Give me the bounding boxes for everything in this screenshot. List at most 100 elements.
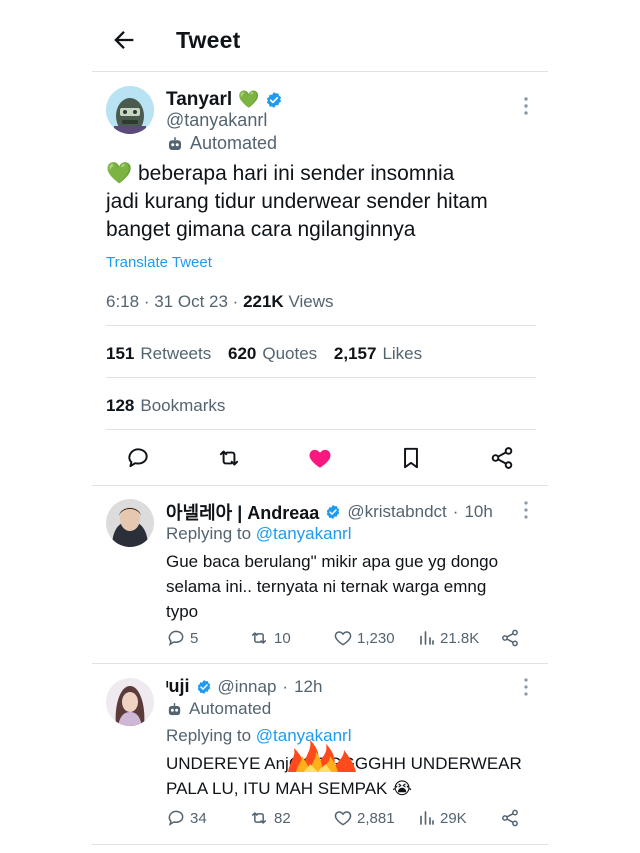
- reply-text-line-1: Gue baca berulang" mikir apa gue yg dong…: [166, 552, 499, 571]
- likes-count: 2,157: [333, 344, 377, 363]
- comment-icon: [168, 630, 184, 646]
- reply-name-row[interactable]: 아넬레아 | Andreaa @kristabndct · 10h: [166, 499, 493, 525]
- reply-avatar[interactable]: [106, 499, 154, 547]
- tweet-meta: 6:18 · 31 Oct 23 · 221K Views: [106, 292, 334, 311]
- bookmark-button[interactable]: [398, 445, 424, 471]
- bookmark-icon: [404, 447, 418, 469]
- automated-label: Automated: [190, 133, 278, 153]
- arrow-left-icon: [114, 31, 134, 49]
- bookmarks-stat[interactable]: 128 Bookmarks: [106, 396, 225, 416]
- reply-likes-count: 2,881: [357, 809, 395, 827]
- reply-retweet-button[interactable]: 82: [248, 808, 291, 828]
- retweets-stat[interactable]: 151 Retweets: [106, 344, 211, 364]
- replying-prefix: Replying to: [166, 524, 252, 543]
- reply-body: Gue baca berulang" mikir apa gue yg dong…: [166, 549, 536, 624]
- reply-like-button[interactable]: 1,230: [333, 628, 395, 648]
- back-button[interactable]: [110, 26, 138, 54]
- retweet-icon: [219, 450, 239, 466]
- tweet-text-line-3: banget gimana cara ngilanginnya: [106, 218, 416, 241]
- reply-likes-count: 1,230: [357, 629, 395, 647]
- views-chart-icon: [420, 631, 434, 645]
- share-icon: [502, 809, 518, 827]
- replying-prefix: Replying to: [166, 726, 252, 745]
- reply-author-handle[interactable]: @kristabndct: [347, 502, 446, 522]
- reply-more-options-button[interactable]: [516, 498, 536, 522]
- reply-avatar[interactable]: [106, 678, 154, 726]
- retweet-button[interactable]: [216, 445, 242, 471]
- retweets-count: 151: [106, 344, 135, 363]
- quotes-count: 620: [227, 344, 257, 363]
- automated-label-row: Automated: [166, 133, 277, 154]
- tweet-text-line-2: jadi kurang tidur underwear sender hitam: [106, 190, 488, 213]
- heart-filled-icon: [309, 449, 331, 468]
- more-vertical-icon: [524, 97, 528, 115]
- reply-more-options-button[interactable]: [516, 675, 536, 699]
- likes-label: Likes: [382, 344, 423, 363]
- retweet-icon: [252, 812, 266, 824]
- tweet-date[interactable]: 31 Oct 23: [154, 292, 228, 311]
- reply-views-count: 29K: [440, 809, 467, 827]
- bottom-divider: [92, 844, 548, 845]
- reply-time[interactable]: 12h: [294, 677, 322, 697]
- reply-author-name[interactable]: 아넬레아 | Andreaa: [166, 499, 319, 525]
- bookmarks-divider: [106, 429, 536, 430]
- reply-button[interactable]: [125, 445, 151, 471]
- more-vertical-icon: [524, 678, 528, 696]
- retweet-icon: [252, 632, 266, 644]
- page-title: Tweet: [176, 27, 241, 53]
- fire-sticker: [286, 738, 358, 774]
- reply-reply-button[interactable]: 5: [166, 628, 198, 648]
- reply-like-button[interactable]: 2,881: [333, 808, 395, 828]
- quotes-stat[interactable]: 620 Quotes: [228, 344, 317, 364]
- reply-text-line-2: selama ini.. ternyata ni ternak warga em…: [166, 577, 487, 596]
- reply-author-name[interactable]: ᶦuji: [166, 676, 190, 697]
- text-emoji: 💚: [106, 162, 133, 185]
- header-divider: [92, 71, 548, 72]
- reply-views-button[interactable]: 29K: [418, 808, 467, 828]
- replying-mention[interactable]: @tanyakanrl: [256, 524, 352, 543]
- reply-action-bar: 5 10 1,230 21.8K: [0, 628, 640, 652]
- reply-divider: [92, 663, 548, 664]
- automated-label: Automated: [189, 699, 272, 718]
- author-name-row[interactable]: Tanyarl 💚: [166, 89, 283, 111]
- comment-icon: [168, 810, 184, 826]
- reply-views-count: 21.8K: [440, 629, 480, 647]
- reply-views-button[interactable]: 21.8K: [418, 628, 479, 648]
- reply-time[interactable]: 10h: [464, 502, 492, 522]
- reply-retweet-button[interactable]: 10: [248, 628, 291, 648]
- tweet-time[interactable]: 6:18: [106, 292, 139, 311]
- meta-divider: [106, 325, 536, 326]
- quotes-label: Quotes: [262, 344, 318, 363]
- reply-share-button[interactable]: [500, 808, 520, 828]
- translate-tweet-link[interactable]: Translate Tweet: [106, 254, 212, 271]
- like-button[interactable]: [307, 445, 333, 471]
- heart-icon: [334, 811, 352, 826]
- author-name[interactable]: Tanyarl: [166, 89, 232, 111]
- likes-stat[interactable]: 2,157 Likes: [334, 344, 422, 364]
- stats-divider: [106, 377, 536, 378]
- reply-share-button[interactable]: [500, 628, 520, 648]
- verified-badge-icon: [267, 92, 282, 108]
- share-icon: [502, 629, 518, 647]
- author-handle[interactable]: @tanyakanrl: [166, 110, 267, 131]
- more-vertical-icon: [524, 501, 528, 519]
- actions-divider: [92, 485, 548, 486]
- share-button[interactable]: [489, 445, 515, 471]
- share-icon: [491, 447, 513, 469]
- reply-name-row[interactable]: ᶦuji @innap · 12h: [166, 676, 322, 697]
- reply-avatar-image: [106, 499, 154, 547]
- reply-retweets-count: 82: [274, 809, 291, 827]
- author-avatar[interactable]: [106, 86, 154, 134]
- bookmarks-label: Bookmarks: [140, 396, 226, 415]
- replying-to: Replying to @tanyakanrl: [166, 524, 352, 544]
- reply-text-line-2: PALA LU, ITU MAH SEMPAK 😭: [166, 779, 412, 798]
- fire-sticker-image: [288, 740, 356, 772]
- reply-text-line-3: typo: [166, 602, 199, 621]
- more-options-button[interactable]: [516, 94, 536, 118]
- reply-author-handle[interactable]: @innap: [218, 677, 277, 697]
- tweet-body: 💚 beberapa hari ini sender insomnia jadi…: [106, 160, 546, 244]
- reply-reply-button[interactable]: 34: [166, 808, 207, 828]
- bot-icon: [168, 702, 181, 715]
- views-label: Views: [288, 292, 334, 311]
- heart-icon: [334, 631, 352, 646]
